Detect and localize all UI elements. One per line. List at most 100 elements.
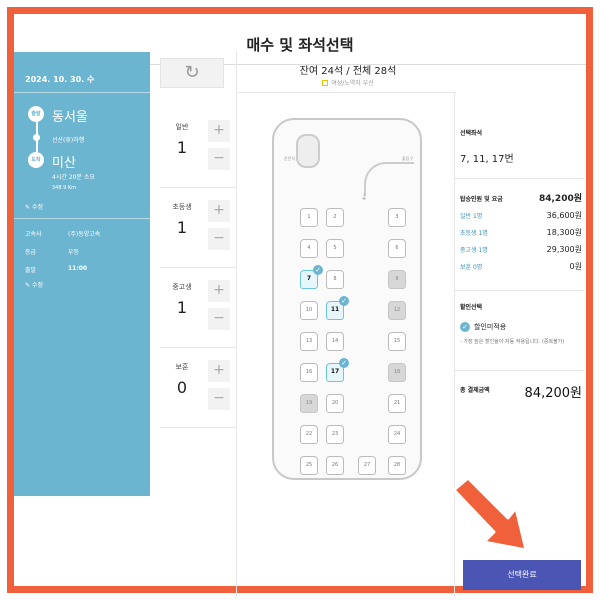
counter-plus-button[interactable]: + bbox=[208, 120, 230, 142]
seat-28[interactable]: 28 bbox=[388, 456, 406, 475]
info-divider bbox=[14, 92, 150, 93]
seat-18: 18 bbox=[388, 363, 406, 382]
trip-info-panel: 2024. 10. 30. 수 출발 동서울 선산(휴)하행 도착 미산 4시간… bbox=[14, 52, 150, 496]
entrance-arrow-icon: ↓ bbox=[360, 192, 369, 203]
counter-label: 초등생 bbox=[172, 203, 192, 211]
counter-value: 1 bbox=[176, 138, 188, 157]
seat-1[interactable]: 1 bbox=[300, 208, 318, 227]
fare-row-amount: 0원 bbox=[569, 262, 582, 271]
seat-12: 12 bbox=[388, 301, 406, 320]
seat-2[interactable]: 2 bbox=[326, 208, 344, 227]
seat-25[interactable]: 25 bbox=[300, 456, 318, 475]
complete-selection-button[interactable]: 선택완료 bbox=[463, 560, 581, 590]
grade-label: 등급 bbox=[25, 249, 37, 256]
seat-selected-check-icon: ✓ bbox=[313, 265, 323, 275]
seat-19: 19 bbox=[300, 394, 318, 413]
seat-13[interactable]: 13 bbox=[300, 332, 318, 351]
counter-plus-button[interactable]: + bbox=[208, 360, 230, 382]
discount-radio-checked[interactable]: ✓ bbox=[460, 322, 470, 332]
fare-row-label: 일반 1명 bbox=[460, 213, 483, 220]
counter-plus-button[interactable]: + bbox=[208, 280, 230, 302]
info-divider-2 bbox=[14, 218, 150, 219]
bus-seat-map: 운전석 출입구 ↓ 1 2 3 4 5 6 7 ✓ 8 9 10 11 ✓ 12 13 14 15 16 17 ✓ 18… bbox=[272, 118, 422, 480]
counter-minus-button[interactable]: − bbox=[208, 228, 230, 250]
refresh-icon: ↻ bbox=[184, 62, 200, 83]
summary-divider bbox=[454, 178, 584, 179]
seat-14[interactable]: 14 bbox=[326, 332, 344, 351]
counter-minus-button[interactable]: − bbox=[208, 388, 230, 410]
pencil-icon: ✎ bbox=[25, 282, 31, 289]
fare-row-label: 보훈 0명 bbox=[460, 264, 483, 271]
arrival-badge: 도착 bbox=[28, 152, 44, 168]
counter-minus-button[interactable]: − bbox=[208, 308, 230, 330]
counter-label: 중고생 bbox=[172, 283, 192, 291]
grade-value: 우등 bbox=[68, 249, 80, 256]
counter-plus-button[interactable]: + bbox=[208, 200, 230, 222]
seat-22[interactable]: 22 bbox=[300, 425, 318, 444]
discount-note: - 가장 높은 할인율이 자동 적용됩니다. (중복불가) bbox=[460, 339, 565, 345]
trip-duration: 4시간 20분 소요 bbox=[52, 174, 95, 181]
via-dot bbox=[33, 134, 40, 141]
total-label: 총 결제금액 bbox=[460, 387, 490, 394]
seat-8[interactable]: 8 bbox=[326, 270, 344, 289]
priority-seat-note: 여성/노약자 우선 bbox=[238, 78, 458, 87]
fare-title: 탑승인원 및 요금 bbox=[460, 196, 503, 203]
seat-15[interactable]: 15 bbox=[388, 332, 406, 351]
fare-row-amount: 29,300원 bbox=[546, 245, 582, 254]
counter-value: 0 bbox=[176, 378, 188, 397]
seat-20[interactable]: 20 bbox=[326, 394, 344, 413]
fare-row-label: 초등생 1명 bbox=[460, 230, 488, 237]
pencil-icon: ✎ bbox=[25, 204, 31, 211]
seat-27[interactable]: 27 bbox=[358, 456, 376, 475]
counter-value: 1 bbox=[176, 298, 188, 317]
seat-21[interactable]: 21 bbox=[388, 394, 406, 413]
steering-wheel-icon bbox=[296, 134, 320, 168]
seat-26[interactable]: 26 bbox=[326, 456, 344, 475]
trip-date: 2024. 10. 30. 수 bbox=[25, 75, 95, 84]
trip-distance: 348.9 Km bbox=[52, 185, 77, 191]
seat-9: 9 bbox=[388, 270, 406, 289]
passenger-counter: 중고생 1 + − bbox=[160, 268, 236, 348]
seat-selected-check-icon: ✓ bbox=[339, 358, 349, 368]
seat-23[interactable]: 23 bbox=[326, 425, 344, 444]
selected-seats-title: 선택좌석 bbox=[460, 130, 483, 137]
refresh-button[interactable]: ↻ bbox=[160, 58, 224, 88]
time-value: 11:00 bbox=[68, 265, 88, 272]
passenger-counter: 초등생 1 + − bbox=[160, 188, 236, 268]
seat-16[interactable]: 16 bbox=[300, 363, 318, 382]
selected-seats-value: 7, 11, 17번 bbox=[460, 154, 514, 165]
fare-row-label: 중고생 1명 bbox=[460, 247, 488, 254]
seat-header-divider bbox=[238, 92, 456, 93]
seat-3[interactable]: 3 bbox=[388, 208, 406, 227]
departure-terminal: 동서울 bbox=[52, 110, 88, 125]
seat-selected-check-icon: ✓ bbox=[339, 296, 349, 306]
passenger-counter: 보훈 0 + − bbox=[160, 348, 236, 428]
edit-route-link[interactable]: ✎ 수정 bbox=[25, 202, 43, 211]
seat-4[interactable]: 4 bbox=[300, 239, 318, 258]
seat-24[interactable]: 24 bbox=[388, 425, 406, 444]
arrival-terminal: 미산 bbox=[52, 156, 76, 171]
departure-badge: 출발 bbox=[28, 106, 44, 122]
edit-time-label: 수정 bbox=[31, 282, 43, 289]
counter-column-divider bbox=[236, 52, 237, 596]
counter-minus-button[interactable]: − bbox=[208, 148, 230, 170]
passenger-counter: 일반 1 + − bbox=[160, 108, 236, 188]
priority-seat-label: 여성/노약자 우선 bbox=[331, 80, 374, 87]
counter-label: 일반 bbox=[175, 123, 189, 131]
fare-row-amount: 36,600원 bbox=[546, 211, 582, 220]
company-label: 고속사 bbox=[25, 231, 42, 238]
edit-time-link[interactable]: ✎ 수정 bbox=[25, 280, 43, 289]
entrance-outline bbox=[364, 162, 414, 196]
seat-10[interactable]: 10 bbox=[300, 301, 318, 320]
driver-seat-label: 운전석 bbox=[284, 156, 296, 161]
discount-option-label[interactable]: 할인미적용 bbox=[474, 322, 506, 332]
seat-5[interactable]: 5 bbox=[326, 239, 344, 258]
pointer-arrow-icon bbox=[452, 476, 528, 552]
priority-seat-swatch bbox=[322, 80, 329, 86]
fare-total: 84,200원 bbox=[538, 194, 582, 204]
seat-6[interactable]: 6 bbox=[388, 239, 406, 258]
via-stop: 선산(휴)하행 bbox=[52, 137, 85, 144]
counter-label: 보훈 bbox=[175, 363, 189, 371]
edit-route-label: 수정 bbox=[31, 204, 43, 211]
door-label: 출입구 bbox=[402, 156, 414, 161]
